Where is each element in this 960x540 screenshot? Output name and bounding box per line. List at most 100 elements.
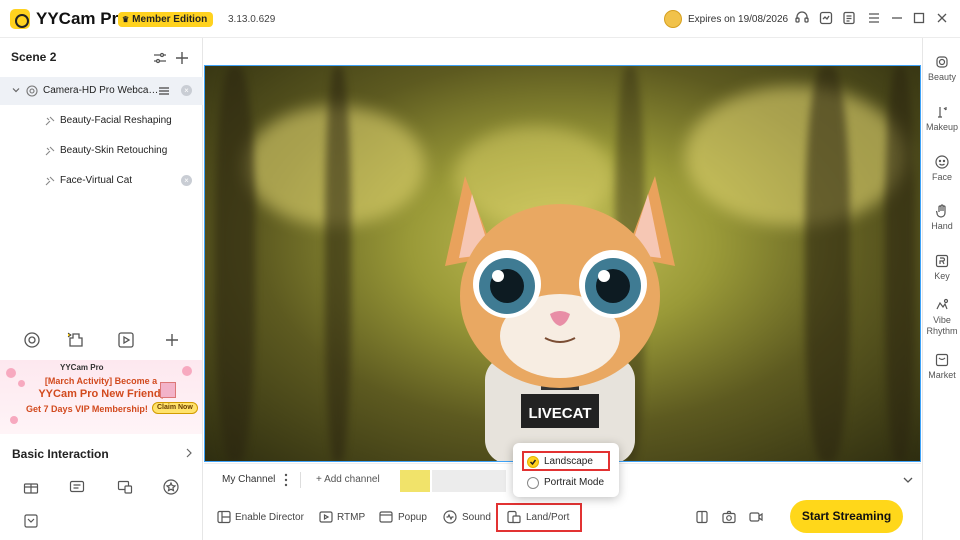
app-name: YYCam Pro (36, 9, 129, 28)
background-tree (215, 66, 255, 461)
source-row-skin-retouching[interactable]: Beauty-Skin Retouching (0, 137, 203, 165)
rightbar-label: Hand (931, 221, 953, 231)
scene-sidebar: Scene 2 Camera-HD Pro Webca… × Beauty-Fa… (0, 38, 203, 540)
source-label: Beauty-Facial Reshaping (60, 115, 172, 126)
source-row-facial-reshaping[interactable]: Beauty-Facial Reshaping (0, 107, 203, 135)
popup-icon[interactable] (378, 509, 394, 525)
add-source-icon[interactable] (162, 330, 182, 350)
director-icon[interactable] (216, 509, 232, 525)
rtmp-icon[interactable] (318, 509, 334, 525)
land-port-button[interactable]: Land/Port (526, 511, 569, 525)
cup-icon[interactable] (22, 512, 40, 530)
chevron-down-icon[interactable] (12, 86, 20, 94)
split-view-icon[interactable] (694, 509, 710, 525)
snapshot-camera-icon[interactable] (721, 509, 737, 525)
chat-icon[interactable] (68, 478, 86, 496)
beauty-icon (936, 56, 948, 68)
media-add-icon[interactable] (116, 330, 136, 350)
start-streaming-button[interactable]: Start Streaming (790, 500, 903, 533)
rightbar-label: Beauty (927, 72, 957, 82)
source-label: Beauty-Skin Retouching (60, 145, 168, 156)
star-badge-icon[interactable] (162, 478, 180, 496)
shirt-text: LIVECAT (528, 405, 591, 422)
member-edition-label: Member Edition (132, 14, 208, 25)
maximize-icon[interactable] (911, 10, 929, 28)
chevron-right-icon[interactable] (184, 448, 194, 458)
background-tree (805, 66, 850, 461)
add-channel-button[interactable]: + Add channel (316, 474, 380, 485)
promo-brand: YYCam Pro (60, 363, 104, 372)
source-label: Face-Virtual Cat (60, 175, 133, 186)
source-menu-icon[interactable] (158, 85, 170, 97)
rightbar-item-vibe-rhythm[interactable]: Vibe Rhythm (923, 297, 960, 337)
effects-sidebar: Beauty Makeup Face Hand Key Vibe Rhythm … (922, 38, 960, 540)
blurred-channel-avatar (400, 470, 430, 492)
effect-icon (44, 175, 56, 187)
support-headset-icon[interactable] (794, 10, 812, 28)
source-label: Camera-HD Pro Webca… (43, 85, 159, 96)
feedback-icon[interactable] (818, 10, 836, 28)
sticker-add-icon[interactable] (66, 330, 86, 350)
popup-button[interactable]: Popup (398, 511, 427, 525)
chevron-down-icon[interactable] (902, 475, 914, 485)
camera-add-icon[interactable] (22, 330, 42, 350)
scene-settings-icon[interactable] (152, 50, 168, 66)
face-icon (935, 155, 949, 169)
screen-share-icon[interactable] (116, 478, 134, 496)
orientation-menu: Landscape Portrait Mode (513, 443, 619, 497)
rightbar-item-hand[interactable]: Hand (923, 203, 960, 231)
member-edition-badge[interactable]: ♛ Member Edition (118, 12, 214, 27)
camera-preview[interactable]: LIVECAT (204, 65, 921, 462)
remove-source-icon[interactable]: × (181, 175, 192, 186)
sound-icon[interactable] (442, 509, 458, 525)
rightbar-label: Market (928, 370, 956, 380)
avatar[interactable] (664, 10, 682, 28)
basic-interaction-title: Basic Interaction (12, 447, 109, 461)
rightbar-label: Key (934, 271, 950, 281)
market-icon (935, 353, 949, 367)
channel-more-icon[interactable] (284, 473, 288, 487)
rtmp-button[interactable]: RTMP (337, 511, 365, 525)
record-video-icon[interactable] (748, 509, 764, 525)
gift-box-icon[interactable] (22, 478, 40, 496)
close-icon[interactable] (934, 10, 952, 28)
orientation-icon[interactable] (506, 509, 522, 525)
effect-icon (44, 145, 56, 157)
effect-icon (44, 115, 56, 127)
rightbar-item-key[interactable]: Key (923, 253, 960, 281)
gift-icon (160, 382, 176, 398)
source-row-camera[interactable]: Camera-HD Pro Webca… × (0, 77, 203, 105)
promo-banner[interactable]: YYCam Pro [March Activity] Become a YYCa… (0, 360, 202, 434)
minimize-icon[interactable] (889, 10, 907, 28)
menu-icon[interactable] (866, 10, 884, 28)
background-tree (325, 66, 351, 461)
app-logo (10, 9, 30, 29)
rightbar-label: Face (931, 172, 952, 182)
channel-name[interactable]: My Channel (222, 474, 275, 485)
camera-source-icon (26, 85, 38, 97)
bottom-toolbar: Enable Director RTMP Popup Sound Land/Po… (204, 494, 921, 540)
option-label: Landscape (544, 456, 593, 467)
rightbar-item-beauty[interactable]: Beauty (923, 54, 960, 82)
source-row-virtual-cat[interactable]: Face-Virtual Cat × (0, 167, 203, 195)
add-scene-icon[interactable] (174, 50, 190, 66)
sound-button[interactable]: Sound (462, 511, 491, 525)
notes-icon[interactable] (841, 10, 859, 28)
remove-source-icon[interactable]: × (181, 85, 192, 96)
key-icon (935, 254, 949, 268)
checked-radio-icon (527, 456, 539, 468)
rightbar-item-market[interactable]: Market (923, 352, 960, 380)
crown-icon: ♛ (122, 15, 130, 24)
virtual-cat-avatar: LIVECAT (445, 176, 675, 461)
divider (300, 472, 301, 488)
enable-director-button[interactable]: Enable Director (235, 511, 304, 525)
claim-now-button[interactable]: Claim Now (152, 402, 198, 414)
decorative-flower (182, 366, 192, 376)
rightbar-label: Vibe Rhythm (926, 315, 958, 336)
rightbar-item-face[interactable]: Face (923, 154, 960, 182)
rightbar-item-makeup[interactable]: Makeup (923, 104, 960, 132)
decorative-flower (10, 416, 18, 424)
hand-icon (935, 204, 946, 218)
app-version: 3.13.0.629 (228, 14, 276, 25)
option-label: Portrait Mode (544, 477, 605, 488)
